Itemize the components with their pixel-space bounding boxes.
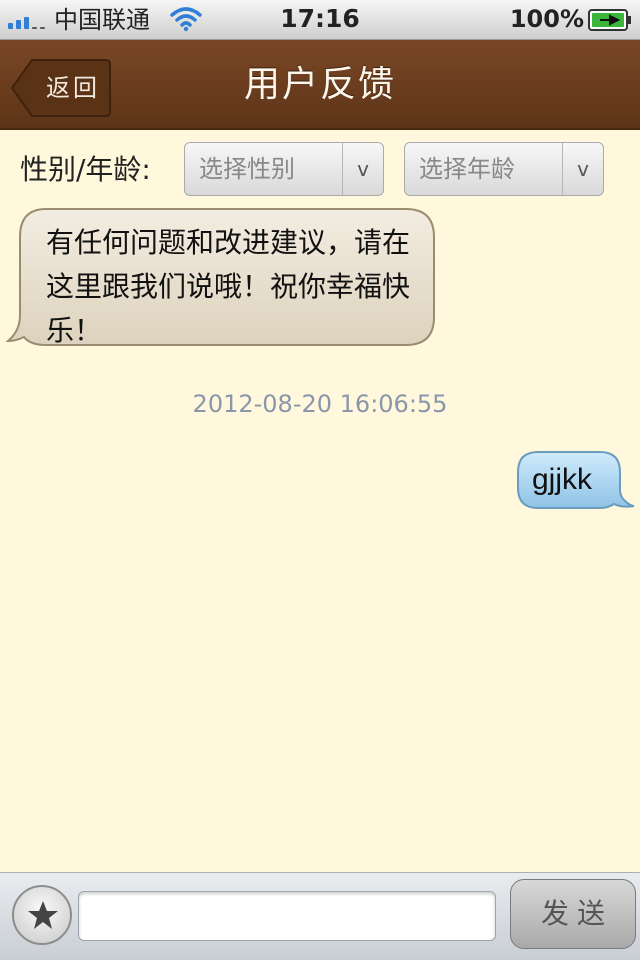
gender-age-filter: 性别/年龄: 选择性别 v 选择年龄 v [0,130,640,210]
gender-select[interactable]: 选择性别 v [184,142,384,196]
incoming-message-text: 有任何问题和改进建议，请在这里跟我们说哦！祝你幸福快乐！ [46,226,411,347]
favorite-button[interactable] [12,885,72,945]
message-timestamp: 2012-08-20 16:06:55 [192,390,448,418]
status-bar: 中国联通 17:16 100% [0,0,640,40]
outgoing-message-text: gjjkk [532,463,593,496]
star-icon [28,901,58,929]
incoming-message-bubble: 有任何问题和改进建议，请在这里跟我们说哦！祝你幸福快乐！ [6,207,436,347]
outgoing-message-bubble: gjjkk [512,450,636,510]
gender-select-value: 选择性别 [199,155,295,183]
navigation-bar: 返回 用户反馈 [0,40,640,130]
chevron-down-icon: v [357,157,369,181]
age-select-value: 选择年龄 [419,155,515,183]
age-select[interactable]: 选择年龄 v [404,142,604,196]
battery-percentage: 100% [509,5,584,33]
message-input[interactable] [78,891,496,941]
message-input-bar: 发送 [0,872,640,960]
battery-charging-icon [588,9,631,31]
filter-label: 性别/年龄: [20,153,151,186]
page-title: 用户反馈 [243,64,396,105]
send-button[interactable]: 发送 [510,879,636,949]
chevron-down-icon: v [577,157,589,181]
